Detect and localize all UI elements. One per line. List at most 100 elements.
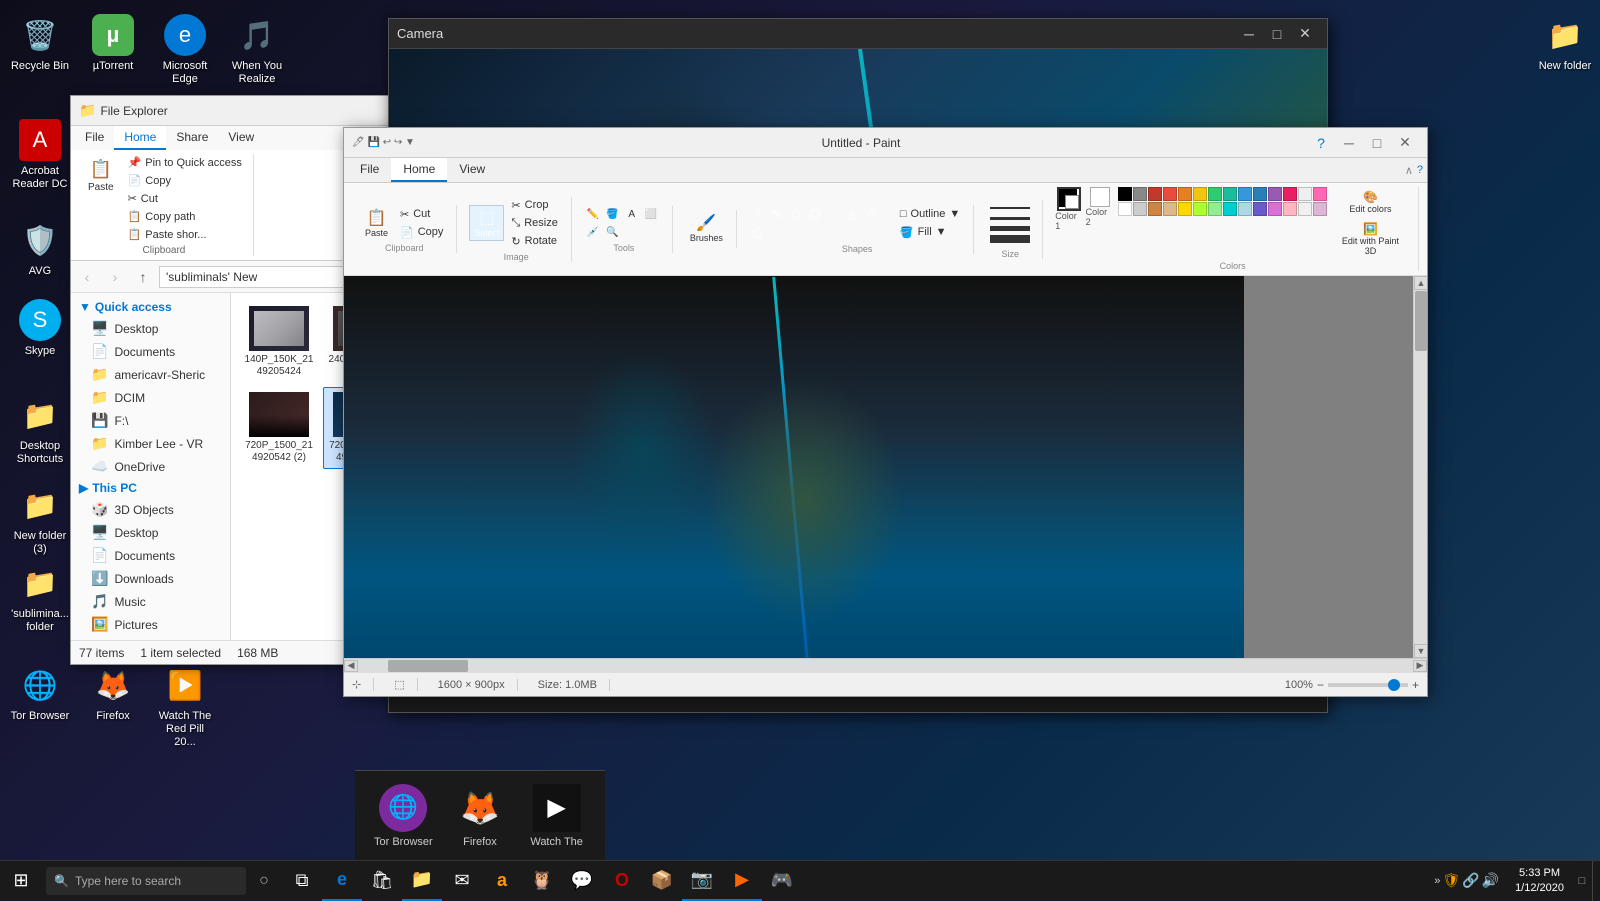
paint-tab-file[interactable]: File <box>348 158 391 182</box>
swatch-lightgray[interactable] <box>1133 202 1147 216</box>
paint-zoom-thumb[interactable] <box>1388 679 1400 691</box>
paint-minimize-button[interactable]: ─ <box>1335 129 1363 157</box>
swatch-slateblue[interactable] <box>1253 202 1267 216</box>
shape-triangle[interactable]: △ <box>844 205 862 223</box>
swatch-darkturq[interactable] <box>1223 202 1237 216</box>
shape-line[interactable]: / <box>749 205 767 223</box>
taskbar-file-explorer[interactable]: 📁 <box>402 861 442 901</box>
camera-minimize-button[interactable]: ─ <box>1235 20 1263 48</box>
paint-tab-view[interactable]: View <box>447 158 497 182</box>
swatch-hotpink[interactable] <box>1313 187 1327 201</box>
shape-rect[interactable]: □ <box>787 205 805 223</box>
fe-sidebar-dcim[interactable]: 📁 DCIM <box>71 386 230 409</box>
paint-size-4[interactable] <box>990 235 1030 243</box>
paint-scroll-down-button[interactable]: ▼ <box>1414 644 1427 658</box>
fe-sidebar-3d-objects[interactable]: 🎲 3D Objects <box>71 498 230 521</box>
paint-color1-box[interactable] <box>1057 187 1081 211</box>
paint-maximize-button[interactable]: □ <box>1363 129 1391 157</box>
swatch-lightred[interactable] <box>1163 187 1177 201</box>
swatch-pink[interactable] <box>1283 187 1297 201</box>
paint-copy-button[interactable]: 📄 Copy <box>395 224 448 241</box>
swatch-white2[interactable] <box>1118 202 1132 216</box>
fe-back-button[interactable]: ‹ <box>75 265 99 289</box>
paint-vscrollbar[interactable]: ▲ ▼ <box>1413 276 1427 658</box>
taskbar-edge[interactable]: e <box>322 861 362 901</box>
swatch-lightblue[interactable] <box>1238 202 1252 216</box>
fe-pin-button[interactable]: 📌 Pin to Quick access <box>123 154 247 171</box>
fe-forward-button[interactable]: › <box>103 265 127 289</box>
fe-up-button[interactable]: ↑ <box>131 265 155 289</box>
taskbar-clock[interactable]: 5:33 PM 1/12/2020 <box>1507 866 1572 895</box>
swatch-blue[interactable] <box>1238 187 1252 201</box>
desktop-icon-edge[interactable]: e Microsoft Edge <box>150 10 220 90</box>
swatch-orchid[interactable] <box>1268 202 1282 216</box>
paint-picker-button[interactable]: 💉 <box>584 224 602 241</box>
fe-pasteshort-button[interactable]: 📋 Paste shor... <box>123 226 247 243</box>
fe-copypath-button[interactable]: 📋 Copy path <box>123 208 247 225</box>
desktop-icon-new-folder[interactable]: 📁 New folder <box>1530 10 1600 77</box>
paint-brushes-button[interactable]: 🖌️ Brushes <box>685 210 728 246</box>
fe-sidebar-fa[interactable]: 💾 F:\ <box>71 409 230 432</box>
taskbar-notification-button[interactable]: □ <box>1572 861 1592 901</box>
fe-quick-access-header[interactable]: ▼ Quick access <box>71 297 230 317</box>
taskbar-task-view[interactable]: ⧉ <box>282 861 322 901</box>
swatch-red[interactable] <box>1148 187 1162 201</box>
paint-outline-button[interactable]: □ Outline ▼ <box>895 206 965 222</box>
taskbar-unknown2[interactable]: 🎮 <box>762 861 802 901</box>
desktop-icon-desktop-shortcuts[interactable]: 📁 Desktop Shortcuts <box>5 390 75 470</box>
fe-this-pc-header[interactable]: ▶ This PC <box>71 478 230 498</box>
desktop-icon-when-you-realize[interactable]: 🎵 When You Realize <box>222 10 292 90</box>
paint-tab-home[interactable]: Home <box>391 158 447 182</box>
fe-sidebar-downloads[interactable]: ⬇️ Downloads <box>71 567 230 590</box>
paint-fill-btn[interactable]: 🪣 Fill ▼ <box>895 224 965 241</box>
paint-scroll-right-button[interactable]: ▶ <box>1413 660 1427 672</box>
shape-roundrect[interactable]: ▢ <box>806 205 824 223</box>
shape-diamond[interactable]: ◇ <box>863 205 881 223</box>
taskbar-store[interactable]: 🛍 <box>362 861 402 901</box>
fe-tab-share[interactable]: Share <box>166 126 218 150</box>
swatch-lightgreen[interactable] <box>1208 202 1222 216</box>
swatch-purple[interactable] <box>1268 187 1282 201</box>
paint-rotate-button[interactable]: ↻ Rotate <box>506 233 562 250</box>
fe-tab-home[interactable]: Home <box>114 126 166 150</box>
desktop-icon-utorrent[interactable]: µ µTorrent <box>78 10 148 77</box>
taskbar-cortana-button[interactable]: ○ <box>246 861 282 901</box>
swatch-gray[interactable] <box>1133 187 1147 201</box>
show-hidden-icon[interactable]: » <box>1434 875 1440 887</box>
swatch-darkblue[interactable] <box>1253 187 1267 201</box>
fe-sidebar-americavr[interactable]: 📁 americavr-Sheric <box>71 363 230 386</box>
fe-paste-button[interactable]: 📋 Paste <box>81 154 121 243</box>
bottom-strip-watch[interactable]: ▶ Watch The <box>527 784 587 848</box>
volume-icon[interactable]: 🔊 <box>1482 872 1499 889</box>
taskbar-discord[interactable]: 💬 <box>562 861 602 901</box>
desktop-icon-watch-red-pill[interactable]: ▶️ Watch The Red Pill 20... <box>150 660 220 754</box>
paint-edit-3d-button[interactable]: 🖼️ Edit with Paint 3D <box>1331 219 1410 259</box>
swatch-lightpink[interactable] <box>1283 202 1297 216</box>
shape-pentagon[interactable]: ⬠ <box>749 224 767 242</box>
fe-sidebar-documents[interactable]: 📄 Documents <box>71 340 230 363</box>
fe-sidebar-desktop2[interactable]: 🖥️ Desktop <box>71 521 230 544</box>
paint-close-button[interactable]: ✕ <box>1391 129 1419 157</box>
paint-size-3[interactable] <box>990 226 1030 231</box>
desktop-icon-subliminal[interactable]: 📁 'sublimina... folder <box>5 558 75 638</box>
desktop-icon-tor-browser[interactable]: 🌐 Tor Browser <box>5 660 75 727</box>
swatch-tan[interactable] <box>1163 202 1177 216</box>
fe-sidebar-pictures[interactable]: 🖼️ Pictures <box>71 613 230 636</box>
bottom-strip-firefox[interactable]: 🦊 Firefox <box>450 784 510 848</box>
desktop-icon-recycle-bin[interactable]: 🗑️ Recycle Bin <box>5 10 75 77</box>
paint-fill-button[interactable]: 🪣 <box>603 206 621 223</box>
fe-sidebar-docs2[interactable]: 📄 Documents <box>71 544 230 567</box>
show-desktop-button[interactable] <box>1592 861 1600 901</box>
paint-select-button[interactable]: ⬚ Select <box>469 205 504 241</box>
paint-cut-button[interactable]: ✂ Cut <box>395 206 448 223</box>
taskbar-unknown1[interactable]: 📦 <box>642 861 682 901</box>
taskbar-opera[interactable]: O <box>602 861 642 901</box>
fe-sidebar-onedrive[interactable]: ☁️ OneDrive <box>71 455 230 478</box>
fe-sidebar-desktop[interactable]: 🖥️ Desktop <box>71 317 230 340</box>
paint-scroll-thumb[interactable] <box>1415 291 1427 351</box>
paint-edit-colors-button[interactable]: 🎨 Edit colors <box>1344 187 1396 217</box>
taskbar-tripadvisor[interactable]: 🦉 <box>522 861 562 901</box>
paint-color2-box[interactable] <box>1090 187 1110 207</box>
taskbar-amazon[interactable]: a <box>482 861 522 901</box>
paint-zoom-out-button[interactable]: − <box>1317 678 1324 692</box>
